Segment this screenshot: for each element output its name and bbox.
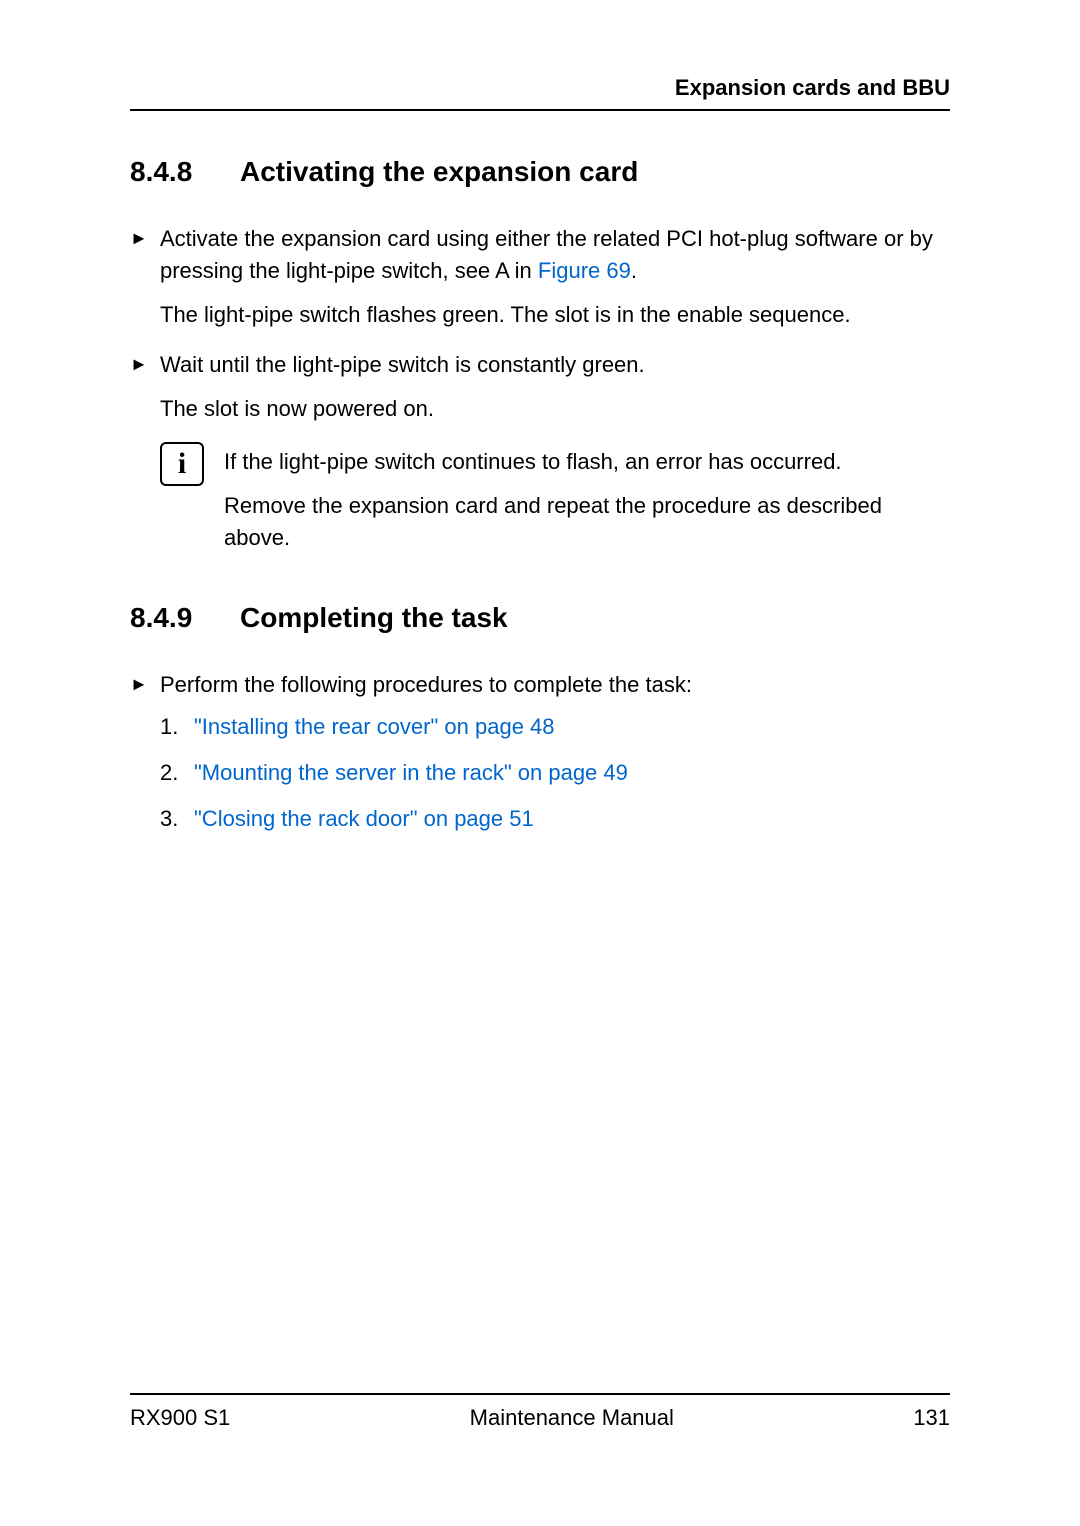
list-number: 3. <box>160 803 194 835</box>
footer-rule <box>130 1393 950 1395</box>
bullet-marker-icon: ► <box>130 349 160 377</box>
procedure-list: 1. "Installing the rear cover" on page 4… <box>160 711 950 835</box>
list-number: 2. <box>160 757 194 789</box>
header-rule <box>130 109 950 111</box>
info-icon: i <box>160 442 204 486</box>
bullet-marker-icon: ► <box>130 669 160 697</box>
list-item: 3. "Closing the rack door" on page 51 <box>160 803 950 835</box>
figure-link[interactable]: Figure 69 <box>538 258 631 283</box>
header-title: Expansion cards and BBU <box>130 75 950 109</box>
step-text: Perform the following procedures to comp… <box>160 669 950 701</box>
step-bullet: ► Perform the following procedures to co… <box>130 669 950 701</box>
note-paragraph: If the light-pipe switch continues to fl… <box>224 446 950 478</box>
info-note: i If the light-pipe switch continues to … <box>160 442 950 566</box>
step-text: Wait until the light-pipe switch is cons… <box>160 349 950 381</box>
step-text: Activate the expansion card using either… <box>160 223 950 287</box>
page-footer: RX900 S1 Maintenance Manual 131 <box>130 1393 950 1431</box>
bullet-marker-icon: ► <box>130 223 160 251</box>
footer-line: RX900 S1 Maintenance Manual 131 <box>130 1405 950 1431</box>
section-title: Completing the task <box>240 602 508 633</box>
list-number: 1. <box>160 711 194 743</box>
step-bullet: ► Activate the expansion card using eith… <box>130 223 950 287</box>
list-item: 1. "Installing the rear cover" on page 4… <box>160 711 950 743</box>
note-body: If the light-pipe switch continues to fl… <box>224 442 950 566</box>
footer-page-number: 131 <box>913 1405 950 1431</box>
step-bullet: ► Wait until the light-pipe switch is co… <box>130 349 950 381</box>
paragraph: The slot is now powered on. <box>160 393 950 425</box>
section-heading-848: 8.4.8Activating the expansion card <box>130 156 950 188</box>
section-title: Activating the expansion card <box>240 156 638 187</box>
step-text-post: . <box>631 258 637 283</box>
cross-reference-link[interactable]: "Installing the rear cover" on page 48 <box>194 711 555 743</box>
note-paragraph: Remove the expansion card and repeat the… <box>224 490 950 554</box>
list-item: 2. "Mounting the server in the rack" on … <box>160 757 950 789</box>
section-number: 8.4.9 <box>130 602 240 634</box>
footer-product: RX900 S1 <box>130 1405 230 1431</box>
document-page: Expansion cards and BBU 8.4.8Activating … <box>0 0 1080 1526</box>
page-header: Expansion cards and BBU <box>130 75 950 111</box>
cross-reference-link[interactable]: "Mounting the server in the rack" on pag… <box>194 757 628 789</box>
cross-reference-link[interactable]: "Closing the rack door" on page 51 <box>194 803 534 835</box>
paragraph: The light-pipe switch flashes green. The… <box>160 299 950 331</box>
section-number: 8.4.8 <box>130 156 240 188</box>
footer-doc-title: Maintenance Manual <box>470 1405 674 1431</box>
section-heading-849: 8.4.9Completing the task <box>130 602 950 634</box>
